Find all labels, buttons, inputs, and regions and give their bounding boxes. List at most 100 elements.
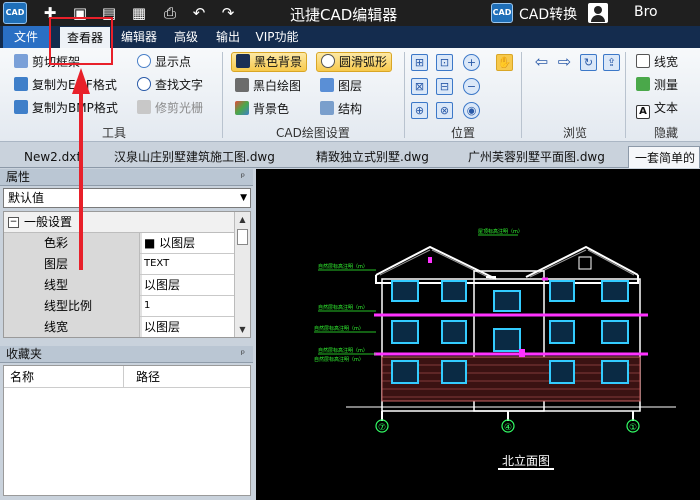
- drawing-canvas[interactable]: ⑦ ④ ① 自然层标高注明（m） 自然层标高注明（m） 自然层标高注明（m） 自…: [256, 169, 700, 500]
- properties-scrollbar[interactable]: ▲ ▼: [234, 212, 250, 337]
- zoom-window-icon[interactable]: ⊞: [411, 54, 428, 71]
- property-key: 线型比例: [4, 296, 140, 317]
- save-as-icon[interactable]: ▦: [129, 3, 149, 23]
- favorites-title: 收藏夹: [6, 347, 43, 361]
- doc-tab-active[interactable]: 一套简单的: [628, 146, 700, 168]
- back-arrow-icon[interactable]: ⇦: [533, 54, 550, 71]
- cad-convert-button[interactable]: CAD转换: [519, 4, 577, 24]
- property-value[interactable]: 1: [142, 296, 234, 316]
- elevation-note: 自然层标高注明（m）: [314, 356, 364, 363]
- background-color-button[interactable]: 背景色: [235, 99, 289, 119]
- tab-file[interactable]: 文件: [3, 26, 49, 48]
- property-row[interactable]: 线宽 以图层: [4, 317, 234, 337]
- cad-convert-icon[interactable]: CAD: [491, 3, 513, 23]
- bw-drawing-button[interactable]: 黑白绘图: [235, 76, 301, 96]
- structure-icon: [320, 101, 334, 115]
- scroll-thumb[interactable]: [237, 229, 248, 245]
- property-row[interactable]: 图层 TEXT: [4, 254, 234, 275]
- axis-label: ⑦: [378, 423, 386, 433]
- roof-vent: [578, 256, 592, 270]
- undo-icon[interactable]: ↶: [189, 3, 209, 23]
- favorites-panel-header: 收藏夹 ᵖ: [0, 346, 253, 363]
- column-name[interactable]: 名称: [4, 366, 124, 388]
- export-icon[interactable]: ⇪: [603, 54, 620, 71]
- property-value[interactable]: 以图层: [142, 275, 234, 295]
- elevation-note: 自然层标高注明（m）: [318, 304, 368, 311]
- tab-editor[interactable]: 编辑器: [116, 26, 162, 48]
- layers-button[interactable]: 图层: [320, 76, 362, 96]
- pin-icon[interactable]: ᵖ: [241, 346, 245, 363]
- column-path[interactable]: 路径: [130, 366, 160, 388]
- property-value[interactable]: ■ 以图层: [142, 233, 234, 253]
- measure-button[interactable]: 测量: [636, 75, 678, 95]
- cad-drawing[interactable]: ⑦ ④ ① 自然层标高注明（m） 自然层标高注明（m） 自然层标高注明（m） 自…: [256, 169, 700, 500]
- collapse-icon[interactable]: −: [8, 217, 19, 228]
- print-icon[interactable]: ⎙: [160, 3, 180, 23]
- fit-icon[interactable]: ⊟: [436, 78, 453, 95]
- zoom-prev-icon[interactable]: ⊕: [411, 102, 428, 119]
- redo-icon[interactable]: ↷: [218, 3, 238, 23]
- zoom-real-icon[interactable]: ⊗: [436, 102, 453, 119]
- layers-icon: [320, 78, 334, 92]
- black-bg-icon: [236, 54, 250, 68]
- smooth-arc-icon: [321, 54, 335, 68]
- forward-arrow-icon[interactable]: ⇨: [556, 54, 573, 71]
- property-key: 图层: [4, 254, 140, 275]
- axis-label: ①: [629, 423, 637, 433]
- cad-settings-group-label: CAD绘图设置: [276, 126, 350, 140]
- text-button[interactable]: A 文本: [636, 98, 678, 119]
- property-row[interactable]: 色彩 ■ 以图层: [4, 233, 234, 254]
- scroll-up-icon[interactable]: ▲: [235, 212, 250, 227]
- hide-group-label: 隐藏: [654, 126, 679, 140]
- favorites-table-header: 名称 路径: [4, 366, 250, 388]
- tab-advanced[interactable]: 高级: [168, 26, 204, 48]
- doc-tab[interactable]: 汉泉山庄别墅建筑施工图.dwg: [114, 146, 275, 168]
- properties-grid: − 一般设置 色彩 ■ 以图层 图层 TEXT 线型 以图层 线型比例 1 线宽…: [3, 211, 251, 338]
- pan-hand-icon[interactable]: ✋: [496, 54, 513, 71]
- doc-tab[interactable]: 精致独立式别墅.dwg: [316, 146, 429, 168]
- user-icon[interactable]: [588, 3, 608, 23]
- property-value[interactable]: TEXT: [142, 254, 234, 274]
- properties-dropdown[interactable]: 默认值 ▼: [3, 188, 251, 208]
- scroll-down-icon[interactable]: ▼: [235, 322, 250, 337]
- pin-icon[interactable]: ᵖ: [241, 169, 245, 186]
- emf-icon: [14, 77, 28, 91]
- copy-emf-button[interactable]: 复制为EMF格式: [14, 75, 117, 95]
- trim-raster-button[interactable]: 修剪光栅: [137, 98, 203, 118]
- property-row[interactable]: 线型比例 1: [4, 296, 234, 317]
- zoom-in-icon[interactable]: +: [463, 54, 480, 71]
- elevation-note: 屋顶标高注明（m）: [478, 228, 523, 235]
- elevation-note: 自然层标高注明（m）: [314, 325, 364, 332]
- property-key: 线型: [4, 275, 140, 296]
- doc-tab[interactable]: 广州芙蓉别墅平面图.dwg: [468, 146, 605, 168]
- line-width-icon: [636, 54, 650, 68]
- find-text-button[interactable]: 查找文字: [137, 75, 203, 95]
- highlight-box: [49, 17, 113, 65]
- elevation-note: 自然层标高注明（m）: [318, 263, 368, 270]
- general-settings-section[interactable]: − 一般设置: [4, 212, 234, 233]
- measure-icon: [636, 77, 650, 91]
- zoom-options-icon[interactable]: ◉: [463, 102, 480, 119]
- property-row[interactable]: 线型 以图层: [4, 275, 234, 296]
- doc-tab[interactable]: New2.dxf: [24, 146, 81, 168]
- trim-raster-icon: [137, 100, 151, 114]
- copy-bmp-button[interactable]: 复制为BMP格式: [14, 98, 118, 118]
- black-background-button[interactable]: 黑色背景: [231, 52, 308, 72]
- rotate-icon[interactable]: ↻: [580, 54, 597, 71]
- property-key: 色彩: [4, 233, 140, 254]
- show-points-button[interactable]: 显示点: [137, 52, 191, 72]
- zoom-out-icon[interactable]: −: [463, 78, 480, 95]
- section-label: 一般设置: [24, 215, 73, 229]
- user-name[interactable]: Bro: [634, 4, 658, 20]
- bw-icon: [235, 78, 249, 92]
- line-width-button[interactable]: 线宽: [636, 52, 678, 72]
- position-group-label: 位置: [451, 126, 476, 140]
- zoom-extents-icon[interactable]: ⊡: [436, 54, 453, 71]
- smooth-arc-button[interactable]: 圆滑弧形: [316, 52, 393, 72]
- tab-vip[interactable]: VIP功能: [252, 26, 302, 48]
- app-logo[interactable]: CAD: [3, 2, 27, 24]
- structure-button[interactable]: 结构: [320, 99, 362, 119]
- tab-output[interactable]: 输出: [210, 26, 246, 48]
- zoom-all-icon[interactable]: ⊠: [411, 78, 428, 95]
- property-value[interactable]: 以图层: [142, 317, 234, 337]
